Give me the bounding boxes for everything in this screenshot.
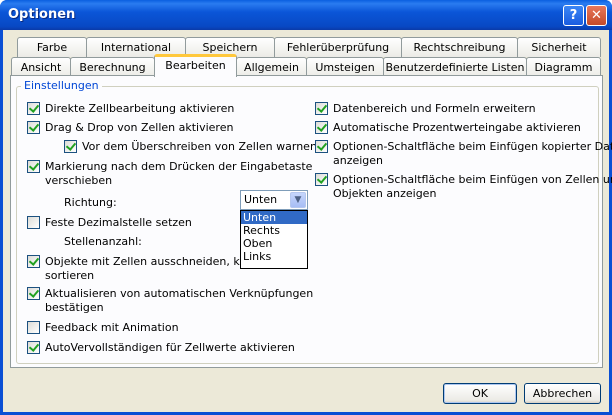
option-prozentwerteingabe[interactable]: Automatische Prozentwerteingabe aktivier… [315,121,581,135]
stellenanzahl-label-text: Stellenanzahl: [64,235,142,248]
checkbox[interactable] [27,321,40,334]
checkbox[interactable] [27,102,40,115]
tab-allgemein[interactable]: Allgemein [236,57,307,77]
title-bar[interactable]: Optionen ? ✕ [0,0,612,30]
tab-diagramm[interactable]: Diagramm [526,57,601,77]
option-direkte-zellbearbeitung[interactable]: Direkte Zellbearbeitung aktivieren [27,102,234,116]
checkbox[interactable] [27,121,40,134]
richtung-selected-value: Unten [244,193,278,206]
tab-rechtschreibung[interactable]: Rechtschreibung [401,37,518,57]
option-label-line2: anzeigen [333,154,384,167]
option-label: Vor dem Überschreiben von Zellen warnen [82,140,317,153]
option-label-line2: verschieben [45,174,113,187]
checkbox[interactable] [315,121,328,134]
options-dialog: Optionen ? ✕ Farbe International Speiche… [0,0,612,415]
richtung-label-text: Richtung: [64,196,117,209]
tab-fehlerueberpruefung[interactable]: Fehlerüberprüfung [274,37,402,57]
option-label: Feedback mit Animation [45,321,179,334]
tab-berechnung[interactable]: Berechnung [70,57,155,77]
stellenanzahl-label: Stellenanzahl: [64,235,142,249]
cancel-button[interactable]: Abbrechen [524,383,601,404]
option-feedback-animation[interactable]: Feedback mit Animation [27,321,179,335]
tab-sicherheit[interactable]: Sicherheit [517,37,601,57]
option-label-line2: sortieren [45,269,95,282]
option-label: Automatische Prozentwerteingabe aktivier… [333,121,581,134]
close-button[interactable]: ✕ [586,5,607,26]
chevron-down-icon[interactable]: ▼ [290,192,306,208]
option-label: Drag & Drop von Zellen aktivieren [45,121,234,134]
dropdown-option-unten[interactable]: Unten [241,211,307,224]
checkbox[interactable] [27,255,40,268]
checkbox[interactable] [27,160,40,173]
option-autovervollstaendigen[interactable]: AutoVervollständigen für Zellwerte aktiv… [27,341,295,355]
option-label: Optionen-Schaltfläche beim Einfügen kopi… [333,140,612,153]
tab-ansicht[interactable]: Ansicht [11,57,71,77]
checkbox[interactable] [27,287,40,300]
option-label: AutoVervollständigen für Zellwerte aktiv… [45,341,295,354]
tab-umsteigen[interactable]: Umsteigen [306,57,384,77]
option-label-line2: bestätigen [45,301,104,314]
option-verknuepfungen[interactable]: Aktualisieren von automatischen Verknüpf… [27,287,313,315]
dropdown-option-oben[interactable]: Oben [241,237,307,250]
checkbox[interactable] [315,140,328,153]
tab-bearbeiten[interactable]: Bearbeiten [154,54,237,77]
dropdown-option-links[interactable]: Links [241,250,307,263]
option-einfuegen-zellen-objekte[interactable]: Optionen-Schaltfläche beim Einfügen von … [315,173,612,201]
option-einfuegen-kopierter-daten[interactable]: Optionen-Schaltfläche beim Einfügen kopi… [315,140,612,168]
option-label: Feste Dezimalstelle setzen [45,216,192,229]
option-label: Markierung nach dem Drücken der Eingabet… [45,160,313,173]
option-label: Aktualisieren von automatischen Verknüpf… [45,287,314,300]
richtung-dropdown-list: Unten Rechts Oben Links [240,210,308,269]
dialog-body: Farbe International Speichern Fehlerüber… [3,30,612,412]
option-label: Direkte Zellbearbeitung aktivieren [45,102,235,115]
tab-benutzerdefinierte-listen[interactable]: Benutzerdefinierte Listen [383,57,527,77]
checkbox[interactable] [315,102,328,115]
help-button[interactable]: ? [563,5,584,26]
checkbox[interactable] [27,216,40,229]
option-feste-dezimalstelle[interactable]: Feste Dezimalstelle setzen [27,216,192,230]
option-markierung-verschieben[interactable]: Markierung nach dem Drücken der Eingabet… [27,160,312,188]
richtung-label: Richtung: [64,196,117,210]
ok-button[interactable]: OK [443,383,517,404]
tab-farbe[interactable]: Farbe [17,37,87,57]
checkbox[interactable] [315,173,328,186]
option-datenbereich-erweitern[interactable]: Datenbereich und Formeln erweitern [315,102,536,116]
richtung-select[interactable]: Unten ▼ [240,190,308,210]
dropdown-option-rechts[interactable]: Rechts [241,224,307,237]
window-title: Optionen [8,7,76,22]
option-drag-drop[interactable]: Drag & Drop von Zellen aktivieren [27,121,233,135]
option-label: Optionen-Schaltfläche beim Einfügen von … [333,173,612,186]
option-ueberschreiben-warnen[interactable]: Vor dem Überschreiben von Zellen warnen [64,140,317,154]
option-label-line2: Objekten anzeigen [333,187,437,200]
checkbox[interactable] [64,140,77,153]
checkbox[interactable] [27,341,40,354]
group-label: Einstellungen [21,79,102,92]
option-label: Datenbereich und Formeln erweitern [333,102,536,115]
